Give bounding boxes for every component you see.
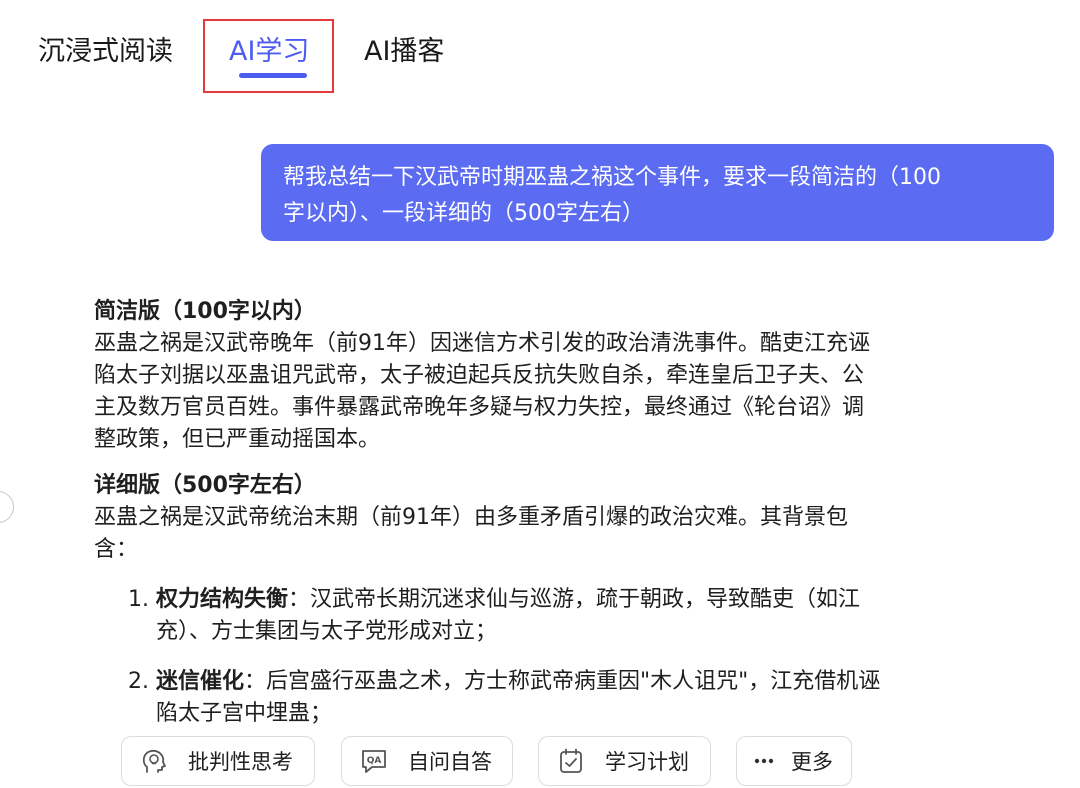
text-line: 整政策，但已严重动摇国本。 bbox=[94, 427, 381, 452]
collapse-handle[interactable] bbox=[0, 491, 14, 523]
list-item-text: ：后宫盛行巫蛊之术，方士称武帝病重因"木人诅咒"，江充借机诬 bbox=[244, 669, 881, 694]
text-line: 含： bbox=[94, 537, 139, 562]
list-item-heading: 权力结构失衡 bbox=[156, 587, 289, 612]
tab-bar: 沉浸式阅读 AI学习 AI播客 bbox=[0, 0, 1080, 110]
detail-section-title: 详细版（500字左右） bbox=[94, 473, 316, 498]
head-bulb-icon bbox=[142, 749, 166, 773]
detail-list: 1. 权力结构失衡：汉武帝长期沉迷求仙与巡游，疏于朝政，导致酷吏（如江 充）、方… bbox=[94, 584, 989, 730]
brief-text: 巫蛊之祸是汉武帝晚年（前91年）因迷信方术引发的政治清洗事件。酷吏江充诬 陷太子… bbox=[94, 328, 989, 456]
user-message-bubble: 帮我总结一下汉武帝时期巫蛊之祸这个事件，要求一段简洁的（100 字以内）、一段详… bbox=[261, 144, 1054, 241]
brief-section-title: 简洁版（100字以内） bbox=[94, 299, 316, 324]
text-line: 陷太子刘据以巫蛊诅咒武帝，太子被迫起兵反抗失败自杀，牵连皇后卫子夫、公 bbox=[94, 363, 865, 388]
text-line: 巫蛊之祸是汉武帝统治末期（前91年）由多重矛盾引爆的政治灾难。其背景包 bbox=[94, 505, 848, 530]
critical-thinking-button[interactable]: 批判性思考 bbox=[121, 736, 315, 786]
assistant-answer: 简洁版（100字以内） 巫蛊之祸是汉武帝晚年（前91年）因迷信方术引发的政治清洗… bbox=[94, 296, 989, 730]
list-item: 2. 迷信催化：后宫盛行巫蛊之术，方士称武帝病重因"木人诅咒"，江充借机诬 陷太… bbox=[94, 666, 986, 730]
list-item-text: 陷太子宫中埋蛊； bbox=[156, 701, 333, 726]
annotation-highlight-box bbox=[203, 19, 334, 93]
detail-intro: 巫蛊之祸是汉武帝统治末期（前91年）由多重矛盾引爆的政治灾难。其背景包 含： bbox=[94, 502, 989, 566]
tab-immersive-reading[interactable]: 沉浸式阅读 bbox=[38, 32, 173, 72]
more-button[interactable]: 更多 bbox=[736, 736, 852, 786]
list-item: 1. 权力结构失衡：汉武帝长期沉迷求仙与巡游，疏于朝政，导致酷吏（如江 充）、方… bbox=[94, 584, 986, 648]
self-qa-label: 自问自答 bbox=[408, 750, 492, 774]
list-item-heading: 迷信催化 bbox=[156, 669, 245, 694]
list-number: 2. bbox=[128, 669, 149, 694]
list-number: 1. bbox=[128, 587, 149, 612]
qa-icon: QA bbox=[362, 750, 386, 773]
user-message-line: 帮我总结一下汉武帝时期巫蛊之祸这个事件，要求一段简洁的（100 bbox=[283, 165, 941, 190]
quick-actions-bar: 批判性思考 QA 自问自答 学习计划 更多 bbox=[0, 728, 1080, 788]
list-item-text: 充）、方士集团与太子党形成对立； bbox=[156, 619, 498, 644]
text-line: 巫蛊之祸是汉武帝晚年（前91年）因迷信方术引发的政治清洗事件。酷吏江充诬 bbox=[94, 331, 870, 356]
list-item-text: ：汉武帝长期沉迷求仙与巡游，疏于朝政，导致酷吏（如江 bbox=[288, 587, 861, 612]
critical-thinking-label: 批判性思考 bbox=[188, 750, 293, 774]
tab-ai-podcast[interactable]: AI播客 bbox=[364, 32, 444, 72]
user-message-line: 字以内）、一段详细的（500字左右） bbox=[283, 201, 644, 226]
more-label: 更多 bbox=[791, 750, 833, 774]
self-qa-button[interactable]: QA 自问自答 bbox=[341, 736, 513, 786]
study-plan-button[interactable]: 学习计划 bbox=[538, 736, 711, 786]
svg-text:QA: QA bbox=[367, 756, 382, 766]
text-line: 主及数万官员百姓。事件暴露武帝晚年多疑与权力失控，最终通过《轮台诏》调 bbox=[94, 395, 865, 420]
plan-icon bbox=[560, 748, 582, 773]
study-plan-label: 学习计划 bbox=[605, 750, 689, 774]
ellipsis-icon bbox=[754, 758, 774, 764]
